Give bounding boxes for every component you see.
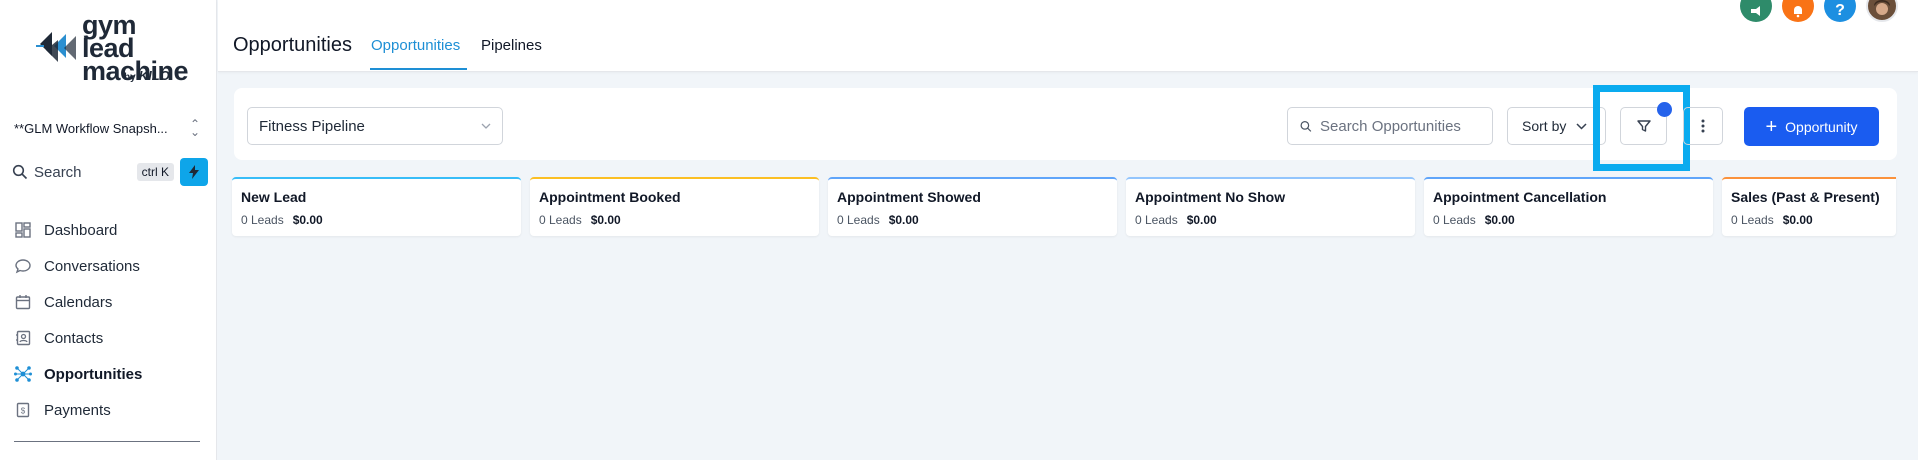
- filter-active-indicator: [1657, 102, 1672, 117]
- search-icon: [12, 164, 28, 180]
- bell-icon[interactable]: [1782, 0, 1814, 22]
- brand-company: KILO: [138, 68, 170, 83]
- brand-logo[interactable]: gym lead machine by KILO: [36, 10, 189, 85]
- more-vertical-icon: [1701, 119, 1705, 133]
- active-tab-indicator: [370, 68, 467, 70]
- opportunities-icon: [14, 365, 32, 383]
- stage-name: Appointment Showed: [837, 189, 981, 205]
- add-opportunity-label: Opportunity: [1785, 118, 1858, 135]
- stage-amount: $0.00: [590, 213, 621, 227]
- location-switcher[interactable]: **GLM Workflow Snapsh... ⌃ ⌄: [14, 116, 200, 140]
- search-opportunities[interactable]: [1287, 107, 1493, 145]
- chevron-down-icon: [1576, 122, 1587, 130]
- calendar-icon: [14, 293, 32, 311]
- quick-action-button[interactable]: [180, 158, 208, 186]
- sidebar-divider: [14, 441, 200, 442]
- sidebar-search[interactable]: Search ctrl K: [12, 158, 208, 186]
- stage-amount: $0.00: [292, 213, 323, 227]
- lightning-icon: [189, 165, 199, 179]
- brand-by: by: [124, 72, 136, 83]
- chat-bubble-icon: [14, 257, 32, 275]
- brand-line-1: gym lead: [82, 10, 137, 63]
- pipeline-select-value: Fitness Pipeline: [259, 117, 365, 135]
- location-name: **GLM Workflow Snapsh...: [14, 120, 168, 136]
- stage-amount: $0.00: [888, 213, 919, 227]
- contact-book-icon: [14, 329, 32, 347]
- search-opportunities-input[interactable]: [1320, 117, 1480, 135]
- search-icon: [1300, 120, 1312, 132]
- sort-by-button[interactable]: Sort by: [1507, 107, 1606, 145]
- stage-leads-count: 0 Leads: [837, 213, 880, 227]
- stage-name: Appointment Booked: [539, 189, 681, 205]
- sidebar-item-label: Opportunities: [44, 365, 143, 383]
- sidebar-item-label: Dashboard: [44, 221, 118, 239]
- sidebar-item-calendars[interactable]: Calendars: [14, 284, 204, 320]
- opportunities-toolbar: Fitness Pipeline Sort by + Opportunity: [234, 85, 1897, 171]
- chevron-up-down-icon: ⌃ ⌄: [189, 117, 200, 139]
- page-title: Opportunities: [233, 34, 352, 56]
- sidebar-item-conversations[interactable]: Conversations: [14, 248, 204, 284]
- filter-icon: [1636, 120, 1651, 132]
- stage-column-sales-past-present[interactable]: Sales (Past & Present) 0 Leads $0.00: [1722, 177, 1896, 236]
- sidebar-search-label: Search: [34, 163, 82, 181]
- sidebar-item-dashboard[interactable]: Dashboard: [14, 212, 204, 248]
- tab-pipelines[interactable]: Pipelines: [481, 37, 542, 54]
- logo-mark-icon: [36, 32, 76, 62]
- stage-summary: 0 Leads $0.00: [1433, 213, 1704, 227]
- stage-amount: $0.00: [1484, 213, 1515, 227]
- avatar[interactable]: [1866, 0, 1898, 22]
- svg-text:$: $: [21, 407, 26, 416]
- stage-column-appointment-cancellation[interactable]: Appointment Cancellation 0 Leads $0.00: [1424, 177, 1713, 236]
- sidebar-item-contacts[interactable]: Contacts: [14, 320, 204, 356]
- stage-summary: 0 Leads $0.00: [837, 213, 1108, 227]
- help-glyph: ?: [1835, 2, 1845, 19]
- stage-summary: 0 Leads $0.00: [539, 213, 810, 227]
- stage-name: New Lead: [241, 189, 307, 205]
- dashboard-icon: [14, 221, 32, 239]
- more-options-button[interactable]: [1683, 107, 1723, 145]
- sidebar-item-payments[interactable]: $ Payments: [14, 392, 204, 428]
- stage-summary: 0 Leads $0.00: [241, 213, 512, 227]
- stage-name: Appointment No Show: [1135, 189, 1286, 205]
- chevron-down-icon: [481, 123, 491, 129]
- stage-leads-count: 0 Leads: [539, 213, 582, 227]
- sidebar: gym lead machine by KILO **GLM Workflow …: [0, 0, 217, 460]
- sidebar-item-label: Contacts: [44, 329, 104, 347]
- sidebar-item-label: Calendars: [44, 293, 113, 311]
- add-opportunity-button[interactable]: + Opportunity: [1744, 107, 1879, 146]
- stage-name: Appointment Cancellation: [1433, 189, 1607, 205]
- stage-leads-count: 0 Leads: [1731, 213, 1774, 227]
- sidebar-item-label: Payments: [44, 401, 111, 419]
- sort-by-label: Sort by: [1522, 118, 1567, 134]
- stage-name: Sales (Past & Present): [1731, 189, 1880, 205]
- brand-byline: by KILO: [124, 68, 170, 83]
- stage-column-appointment-no-show[interactable]: Appointment No Show 0 Leads $0.00: [1126, 177, 1415, 236]
- stage-leads-count: 0 Leads: [241, 213, 284, 227]
- sidebar-item-opportunities[interactable]: Opportunities: [14, 356, 204, 392]
- megaphone-icon[interactable]: [1740, 0, 1772, 22]
- stage-column-appointment-showed[interactable]: Appointment Showed 0 Leads $0.00: [828, 177, 1117, 236]
- stage-summary: 0 Leads $0.00: [1731, 213, 1887, 227]
- stage-amount: $0.00: [1186, 213, 1217, 227]
- stage-column-appointment-booked[interactable]: Appointment Booked 0 Leads $0.00: [530, 177, 819, 236]
- pipeline-select[interactable]: Fitness Pipeline: [247, 107, 503, 145]
- search-shortcut: ctrl K: [136, 163, 174, 181]
- stage-amount: $0.00: [1782, 213, 1813, 227]
- payments-icon: $: [14, 401, 32, 419]
- sidebar-nav: Dashboard Conversations Calendars Contac…: [14, 212, 204, 428]
- plus-icon: +: [1765, 115, 1778, 138]
- stage-summary: 0 Leads $0.00: [1135, 213, 1406, 227]
- stage-leads-count: 0 Leads: [1433, 213, 1476, 227]
- stage-column-new-lead[interactable]: New Lead 0 Leads $0.00: [232, 177, 521, 236]
- help-icon[interactable]: ?: [1824, 0, 1856, 22]
- tab-opportunities[interactable]: Opportunities: [371, 37, 460, 54]
- sidebar-item-label: Conversations: [44, 257, 140, 275]
- top-header: Opportunities Opportunities Pipelines ?: [218, 0, 1918, 72]
- stage-leads-count: 0 Leads: [1135, 213, 1178, 227]
